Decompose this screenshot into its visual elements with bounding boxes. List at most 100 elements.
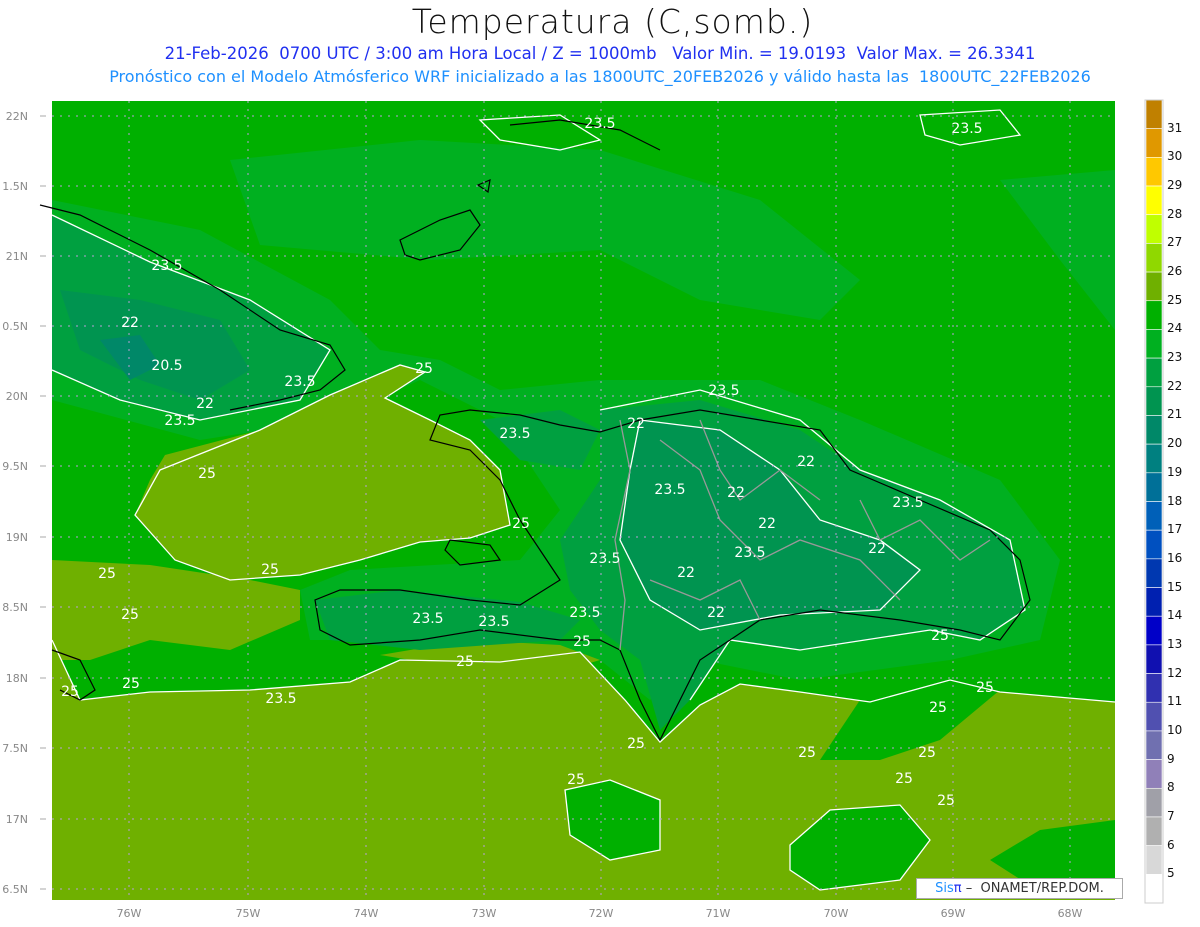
colorbar-label: 6: [1167, 837, 1175, 852]
colorbar-label: 11: [1167, 694, 1183, 709]
contour-label: 25: [122, 676, 140, 692]
colorbar-label: 14: [1167, 608, 1183, 623]
lon-tick-label: 73W: [472, 907, 497, 920]
colorbar-swatch: [1145, 243, 1163, 273]
contour-label: 23.5: [412, 611, 443, 627]
lon-tick-label: 69W: [941, 907, 966, 920]
colorbar-swatch: [1145, 357, 1163, 388]
contour-label: 23.5: [164, 413, 195, 429]
lat-tick-label: 9.5N: [2, 460, 28, 473]
colorbar-label: 15: [1167, 579, 1183, 594]
model-info-line: Pronóstico con el Modelo Atmósferico WRF…: [109, 67, 1091, 86]
contour-label: 22: [627, 416, 645, 432]
contour-label: 22: [758, 516, 776, 532]
contour-label: 25: [929, 700, 947, 716]
lat-tick-label: 20N: [6, 390, 28, 403]
colorbar-swatch: [1145, 730, 1163, 760]
lon-tick-label: 76W: [117, 907, 142, 920]
contour-label: 25: [895, 771, 913, 787]
contour-label: 23.5: [499, 426, 530, 442]
colorbar-swatch: [1145, 759, 1163, 789]
contour-label: 25: [415, 361, 433, 377]
colorbar-swatch: [1145, 128, 1163, 158]
contour-label: 25: [512, 516, 530, 532]
colorbar-label: 13: [1167, 636, 1183, 651]
contour-label: 23.5: [734, 545, 765, 561]
colorbar-label: 20: [1167, 436, 1183, 451]
brand-sis: Sis: [935, 881, 954, 896]
contour-label: 23.5: [584, 116, 615, 132]
lat-tick-label: 1.5N: [2, 180, 28, 193]
lat-tick-label: 19N: [6, 531, 28, 544]
contour-label: 23.5: [892, 495, 923, 511]
colorbar-swatch: [1145, 787, 1163, 818]
brand-pi: π: [953, 881, 962, 896]
colorbar-label: 27: [1167, 235, 1183, 250]
contour-label: 23.5: [265, 691, 296, 707]
colorbar-swatch: [1145, 386, 1163, 416]
colorbar-swatch: [1145, 529, 1163, 560]
contour-label: 20.5: [151, 358, 182, 374]
contour-label: 23.5: [284, 374, 315, 390]
colorbar-label: 30: [1167, 149, 1183, 164]
watermark: Sisπ – ONAMET/REP.DOM.: [916, 878, 1123, 899]
colorbar-swatch: [1145, 472, 1163, 502]
colorbar: [1144, 99, 1164, 904]
colorbar-swatch: [1145, 644, 1163, 674]
colorbar-swatch: [1145, 587, 1163, 617]
contour-label: 25: [121, 607, 139, 623]
watermark-text: – ONAMET/REP.DOM.: [961, 881, 1104, 896]
contour-label: 22: [196, 396, 214, 412]
lat-tick-label: 17N: [6, 813, 28, 826]
colorbar-label: 16: [1167, 550, 1183, 565]
colorbar-swatch: [1145, 415, 1163, 445]
contour-label: 23.5: [569, 605, 600, 621]
colorbar-label: 8: [1167, 780, 1175, 795]
colorbar-label: 5: [1167, 866, 1175, 881]
contour-label: 25: [627, 736, 645, 752]
colorbar-label: 24: [1167, 321, 1183, 336]
colorbar-swatch: [1145, 845, 1163, 875]
contour-label: 25: [456, 654, 474, 670]
colorbar-label: 26: [1167, 264, 1183, 279]
colorbar-swatch: [1145, 185, 1163, 216]
contour-label: 25: [567, 772, 585, 788]
lat-tick-label: 8.5N: [2, 601, 28, 614]
lon-tick-label: 70W: [824, 907, 849, 920]
colorbar-swatch: [1145, 501, 1163, 531]
lat-tick-label: 22N: [6, 110, 28, 123]
contour-label: 23.5: [151, 258, 182, 274]
colorbar-label: 28: [1167, 206, 1183, 221]
colorbar-label: 31: [1167, 120, 1183, 135]
contour-label: 23.5: [708, 383, 739, 399]
colorbar-label: 23: [1167, 350, 1183, 365]
contour-label: 23.5: [589, 551, 620, 567]
colorbar-swatch: [1145, 99, 1163, 129]
colorbar-swatch: [1145, 816, 1163, 846]
lon-tick-label: 68W: [1058, 907, 1083, 920]
colorbar-swatch: [1145, 443, 1163, 474]
contour-label: 25: [798, 745, 816, 761]
colorbar-swatch: [1145, 214, 1163, 244]
contour-label: 23.5: [654, 482, 685, 498]
contour-label: 23.5: [951, 121, 982, 137]
chart-title: Temperatura (C,somb.): [411, 2, 814, 41]
colorbar-swatch: [1145, 701, 1163, 732]
colorbar-swatch: [1145, 615, 1163, 646]
lat-tick-label: 18N: [6, 672, 28, 685]
contour-label: 25: [918, 745, 936, 761]
contour-label: 23.5: [478, 614, 509, 630]
colorbar-label: 12: [1167, 665, 1183, 680]
colorbar-label: 18: [1167, 493, 1183, 508]
colorbar-swatch: [1145, 673, 1163, 703]
lat-tick-label: 21N: [6, 250, 28, 263]
contour-label: 25: [261, 562, 279, 578]
temperature-map: 23.5 23.523.52220.523.52223.52523.523.522…: [2, 99, 1164, 920]
colorbar-swatch: [1145, 300, 1163, 330]
latitude-axis: 22N 1.5N 21N 0.5N 20N 9.5N 19N 8.5N 18N 7.5N 17N 6.…: [2, 110, 46, 896]
colorbar-swatch: [1145, 271, 1163, 302]
lon-tick-label: 74W: [354, 907, 379, 920]
contour-label: 25: [937, 793, 955, 809]
colorbar-label: 17: [1167, 522, 1183, 537]
contour-label: 22: [121, 315, 139, 331]
